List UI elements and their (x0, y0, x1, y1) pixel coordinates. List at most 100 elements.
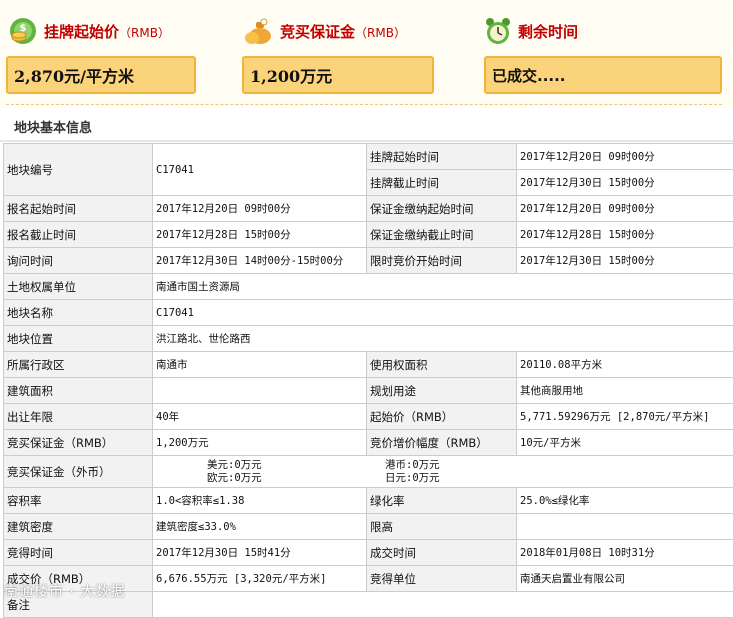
table-row: 地块名称 C17041 (4, 300, 733, 326)
eur-value: 0万元 (234, 472, 261, 485)
field-value: 建筑密度≤33.0% (153, 514, 367, 540)
field-value (153, 378, 367, 404)
start-price-label: 挂牌起始价（RMB） (44, 21, 170, 42)
field-label: 地块位置 (4, 326, 153, 352)
auction-summary-panel: $ 挂牌起始价（RMB） 2,870元/平方米 竞买保证金（RMB） 1,200… (0, 0, 733, 108)
table-row: 竞得时间 2017年12月30日 15时41分 成交时间 2018年01月08日… (4, 540, 733, 566)
table-row: 竞买保证金（RMB） 1,200万元 竞价增价幅度（RMB） 10元/平方米 (4, 430, 733, 456)
field-value: 2017年12月28日 15时00分 (517, 222, 733, 248)
table-row: 所属行政区 南通市 使用权面积 20110.08平方米 (4, 352, 733, 378)
start-price-value: 2,870元/平方米 (6, 56, 196, 94)
field-label: 使用权面积 (367, 352, 517, 378)
field-value: 其他商服用地 (517, 378, 733, 404)
field-label: 限高 (367, 514, 517, 540)
field-value: 2017年12月20日 09时00分 (153, 196, 367, 222)
remaining-value: 已成交..... (484, 56, 722, 94)
field-value: 2017年12月30日 15时00分 (517, 170, 733, 196)
field-label: 建筑面积 (4, 378, 153, 404)
remaining-header: 剩余时间 (484, 14, 578, 48)
eur-label: 欧元: (207, 472, 234, 485)
field-value: C17041 (153, 144, 367, 196)
watermark: 南通楼市 · 大数据 (4, 581, 125, 601)
table-row: 报名起始时间 2017年12月20日 09时00分 保证金缴纳起始时间 2017… (4, 196, 733, 222)
usd-label: 美元: (207, 459, 234, 472)
usd-value: 0万元 (234, 459, 261, 472)
field-label: 规划用途 (367, 378, 517, 404)
deposit-label: 竞买保证金（RMB） (280, 21, 406, 42)
table-row: 询问时间 2017年12月30日 14时00分-15时00分 限时竞价开始时间 … (4, 248, 733, 274)
table-row: 出让年限 40年 起始价（RMB） 5,771.59296万元 [2,870元/… (4, 404, 733, 430)
field-label: 竞买保证金（RMB） (4, 430, 153, 456)
table-row: 容积率 1.0<容积率≤1.38 绿化率 25.0%≤绿化率 (4, 488, 733, 514)
field-value: 2017年12月30日 14时00分-15时00分 (153, 248, 367, 274)
field-label: 所属行政区 (4, 352, 153, 378)
field-label: 地块编号 (4, 144, 153, 196)
alarm-clock-icon (484, 16, 512, 46)
jpy-label: 日元: (385, 472, 412, 485)
field-value: 2017年12月30日 15时41分 (153, 540, 367, 566)
field-value: 洪江路北、世伦路西 (153, 326, 733, 352)
field-value: C17041 (153, 300, 733, 326)
field-value: 5,771.59296万元 [2,870元/平方米] (517, 404, 733, 430)
table-row: 地块位置 洪江路北、世伦路西 (4, 326, 733, 352)
field-label: 竞买保证金（外币） (4, 456, 153, 488)
field-label: 容积率 (4, 488, 153, 514)
field-value: 2017年12月28日 15时00分 (153, 222, 367, 248)
field-label: 土地权属单位 (4, 274, 153, 300)
field-label: 询问时间 (4, 248, 153, 274)
field-value: 1,200万元 (153, 430, 367, 456)
field-label: 保证金缴纳起始时间 (367, 196, 517, 222)
field-value: 2017年12月20日 09时00分 (517, 196, 733, 222)
coins-icon: $ (8, 16, 38, 46)
field-value: 10元/平方米 (517, 430, 733, 456)
field-label: 地块名称 (4, 300, 153, 326)
divider (6, 104, 722, 105)
field-value: 2018年01月08日 10时31分 (517, 540, 733, 566)
svg-text:$: $ (20, 23, 27, 34)
land-info-table: 地块编号 C17041 挂牌起始时间 2017年12月20日 09时00分 挂牌… (3, 143, 733, 618)
deposit-value: 1,200万元 (242, 56, 434, 94)
start-price-header: $ 挂牌起始价（RMB） (8, 14, 170, 48)
field-label: 起始价（RMB） (367, 404, 517, 430)
section-title: 地块基本信息 (14, 117, 92, 136)
table-row: 建筑密度 建筑密度≤33.0% 限高 (4, 514, 733, 540)
hkd-value: 0万元 (412, 459, 439, 472)
field-label: 竞得单位 (367, 566, 517, 592)
field-value: 2017年12月30日 15时00分 (517, 248, 733, 274)
table-row: 地块编号 C17041 挂牌起始时间 2017年12月20日 09时00分 (4, 144, 733, 170)
field-label: 报名截止时间 (4, 222, 153, 248)
field-label: 竞价增价幅度（RMB） (367, 430, 517, 456)
section-divider (0, 140, 733, 142)
field-value: 40年 (153, 404, 367, 430)
field-value: 南通天启置业有限公司 (517, 566, 733, 592)
table-row: 建筑面积 规划用途 其他商服用地 (4, 378, 733, 404)
field-label: 出让年限 (4, 404, 153, 430)
field-label: 挂牌起始时间 (367, 144, 517, 170)
field-label: 成交时间 (367, 540, 517, 566)
field-label: 绿化率 (367, 488, 517, 514)
field-value: 南通市国土资源局 (153, 274, 733, 300)
remaining-label: 剩余时间 (518, 21, 578, 42)
field-value: 6,676.55万元 [3,320元/平方米] (153, 566, 367, 592)
field-label: 限时竞价开始时间 (367, 248, 517, 274)
money-bag-icon (242, 16, 274, 46)
table-row: 报名截止时间 2017年12月28日 15时00分 保证金缴纳截止时间 2017… (4, 222, 733, 248)
jpy-value: 0万元 (412, 472, 439, 485)
field-value: 1.0<容积率≤1.38 (153, 488, 367, 514)
field-value (153, 592, 733, 618)
field-label: 报名起始时间 (4, 196, 153, 222)
table-row: 竞买保证金（外币） 美元:0万元 欧元:0万元 港币:0万元 日元:0万元 (4, 456, 733, 488)
field-value: 南通市 (153, 352, 367, 378)
table-row: 土地权属单位 南通市国土资源局 (4, 274, 733, 300)
hkd-label: 港币: (385, 459, 412, 472)
foreign-currency-deposit: 美元:0万元 欧元:0万元 港币:0万元 日元:0万元 (153, 456, 733, 488)
field-label: 建筑密度 (4, 514, 153, 540)
field-label: 挂牌截止时间 (367, 170, 517, 196)
field-value: 2017年12月20日 09时00分 (517, 144, 733, 170)
deposit-header: 竞买保证金（RMB） (242, 14, 406, 48)
field-label: 保证金缴纳截止时间 (367, 222, 517, 248)
field-value: 20110.08平方米 (517, 352, 733, 378)
field-value (517, 514, 733, 540)
field-label: 竞得时间 (4, 540, 153, 566)
field-value: 25.0%≤绿化率 (517, 488, 733, 514)
